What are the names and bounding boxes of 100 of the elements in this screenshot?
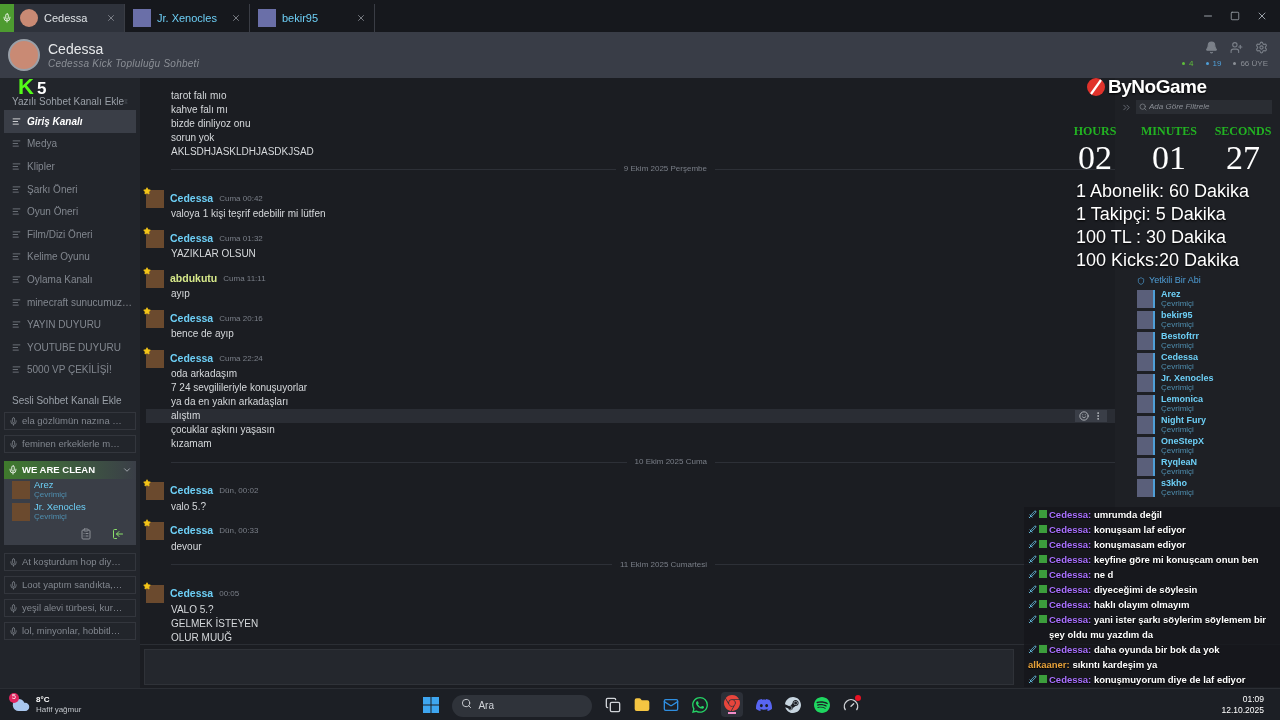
message-time: 00:05 xyxy=(219,588,240,600)
channel-item[interactable]: YAYIN DUYURU xyxy=(4,313,136,336)
shield-icon xyxy=(1137,277,1145,285)
section-header[interactable]: Sesli Sohbet Kanalı Ekle xyxy=(4,393,136,409)
channel-item[interactable]: minecraft sunucumuz… xyxy=(4,290,136,314)
close-icon[interactable] xyxy=(356,13,366,23)
avatar xyxy=(1137,478,1155,497)
sponsor-logo: ByNoGame xyxy=(1108,77,1207,97)
member-status: Çevrimiçi xyxy=(34,512,68,523)
close-icon[interactable] xyxy=(106,13,116,23)
member-item[interactable]: Night Fury Çevrimiçi xyxy=(1137,414,1272,435)
message-text: kızamam xyxy=(171,437,212,452)
group-subtitle: Cedessa Kick Topluluğu Sohbeti xyxy=(48,58,200,70)
voice-channel-item[interactable]: ela gözlümün nazına … xyxy=(4,412,136,431)
mic-icon xyxy=(8,465,18,476)
windows-logo-icon[interactable] xyxy=(423,696,440,713)
emoji-icon[interactable] xyxy=(1079,410,1089,421)
member-count: 66 ÜYE xyxy=(1240,57,1268,70)
member-item[interactable]: RyqleaN Çevrimiçi xyxy=(1137,456,1272,477)
timer-label: HOURS xyxy=(1073,123,1117,140)
role-header: Yetkili Bir Abi xyxy=(1149,274,1201,288)
steam-icon[interactable] xyxy=(785,696,802,713)
member-item[interactable]: Arez Çevrimiçi xyxy=(1137,288,1272,309)
clock-date[interactable]: 12.10.2025 xyxy=(1221,704,1264,716)
author-name[interactable]: Cedessa xyxy=(170,483,214,500)
spotify-icon[interactable] xyxy=(814,696,831,713)
member-item[interactable]: Cedessa Çevrimiçi xyxy=(1137,351,1272,372)
star-icon xyxy=(143,266,151,275)
star-icon xyxy=(143,186,151,195)
settings-icon[interactable] xyxy=(1255,40,1268,54)
text-channel-icon xyxy=(12,139,21,149)
author-name[interactable]: Cedessa xyxy=(170,586,214,602)
add-user-icon[interactable] xyxy=(1230,40,1243,54)
avatar xyxy=(133,9,151,27)
member-item[interactable]: s3kho Çevrimiçi xyxy=(1137,477,1272,498)
author-name[interactable]: Cedessa xyxy=(170,230,214,247)
member-count: 19 xyxy=(1212,57,1222,70)
channel-item[interactable]: 5000 VP ÇEKİLİŞİ! xyxy=(4,358,136,382)
stream-chat-message: Cedessa: ne d xyxy=(1049,568,1114,582)
channel-item[interactable]: Şarkı Öneri xyxy=(4,177,136,201)
author-name[interactable]: Cedessa xyxy=(170,190,214,207)
whatsapp-icon[interactable] xyxy=(692,696,709,713)
member-item[interactable]: Bestoftrr Çevrimiçi xyxy=(1137,330,1272,351)
message-text: AKLSDHJASKLDHJASDKJSAD xyxy=(171,144,314,159)
donation-rate: 1 Takipçi: 5 Dakika xyxy=(1076,203,1227,226)
text-channel-icon xyxy=(12,252,21,262)
message-text: devour xyxy=(171,539,202,554)
author-name[interactable]: Cedessa xyxy=(170,310,214,327)
member-status: Çevrimiçi xyxy=(34,490,67,501)
notification-icon[interactable] xyxy=(1205,40,1218,54)
badge-icon xyxy=(1039,645,1047,653)
member-item[interactable]: bekir95 Çevrimiçi xyxy=(1137,309,1272,330)
channel-item[interactable]: Oylama Kanalı xyxy=(4,268,136,291)
discord-icon[interactable] xyxy=(756,696,773,713)
voice-channel-item[interactable]: yeşil alevi türbesi, kur… xyxy=(4,599,136,618)
gauge-icon[interactable] xyxy=(843,696,860,713)
channel-item[interactable]: YOUTUBE DUYURU xyxy=(4,335,136,359)
channel-item[interactable]: Oyun Öneri xyxy=(4,200,136,223)
text-channel-icon xyxy=(12,116,21,126)
donation-rate: 1 Abonelik: 60 Dakika xyxy=(1076,180,1250,203)
folder-icon[interactable] xyxy=(634,696,651,713)
voice-channel-item[interactable]: feminen erkeklerle m… xyxy=(4,435,136,454)
channel-item[interactable]: Film/Dizi Öneri xyxy=(4,222,136,246)
message-text: YAZIKLAR OLSUN xyxy=(171,247,256,262)
close-icon[interactable] xyxy=(1256,10,1268,22)
voice-channel-item[interactable]: lol, minyonlar, hobbitl… xyxy=(4,622,136,641)
message-text: tarot falı mıo xyxy=(171,88,227,103)
clock-time[interactable]: 01:09 xyxy=(1242,693,1264,705)
member-item[interactable]: Jr. Xenocles Çevrimiçi xyxy=(1137,372,1272,393)
author-name[interactable]: abdukutu xyxy=(170,270,218,287)
text-channel-icon xyxy=(12,365,21,375)
voice-channel-item[interactable]: Loot yaptım sandıkta,… xyxy=(4,576,136,595)
task-view-icon[interactable] xyxy=(605,696,622,713)
search-field[interactable]: Ara xyxy=(452,694,593,717)
filter-field[interactable]: Ada Göre Filtrele xyxy=(1136,100,1272,114)
avatar xyxy=(12,503,30,522)
message-text: alıştım xyxy=(171,409,201,424)
mail-icon[interactable] xyxy=(663,696,680,713)
stream-chat-message: Cedessa: haklı olayım olmayım xyxy=(1049,598,1190,612)
channel-item[interactable]: Kelime Oyunu xyxy=(4,245,136,269)
close-icon[interactable] xyxy=(231,13,241,23)
leave-icon[interactable] xyxy=(112,528,124,541)
channel-item[interactable]: Medya xyxy=(4,132,136,156)
channel-item[interactable]: Giriş Kanalı xyxy=(4,110,136,133)
chat-tab[interactable]: Cedessa xyxy=(0,4,125,32)
text-channel-icon xyxy=(12,320,21,330)
stream-chat-message: Cedessa: keyfine göre mi konuşcam onun ben xyxy=(1049,553,1259,567)
weather-description: Hafif yağmur xyxy=(36,704,82,715)
taskbar-button[interactable] xyxy=(721,692,744,717)
maximize-icon[interactable] xyxy=(1230,11,1240,21)
voice-channel-item[interactable]: At koşturdum hop diy… xyxy=(4,553,136,572)
member-name[interactable]: Arez xyxy=(34,480,67,491)
member-name[interactable]: Jr. Xenocles xyxy=(34,502,86,513)
member-item[interactable]: OneStepX Çevrimiçi xyxy=(1137,435,1272,456)
chrome-icon[interactable] xyxy=(724,695,741,711)
member-item[interactable]: Lemonica Çevrimiçi xyxy=(1137,393,1272,414)
author-name[interactable]: Cedessa xyxy=(170,350,214,367)
author-name[interactable]: Cedessa xyxy=(170,523,214,540)
channel-item[interactable]: Klipler xyxy=(4,155,136,178)
clipboard-icon[interactable] xyxy=(80,528,92,541)
